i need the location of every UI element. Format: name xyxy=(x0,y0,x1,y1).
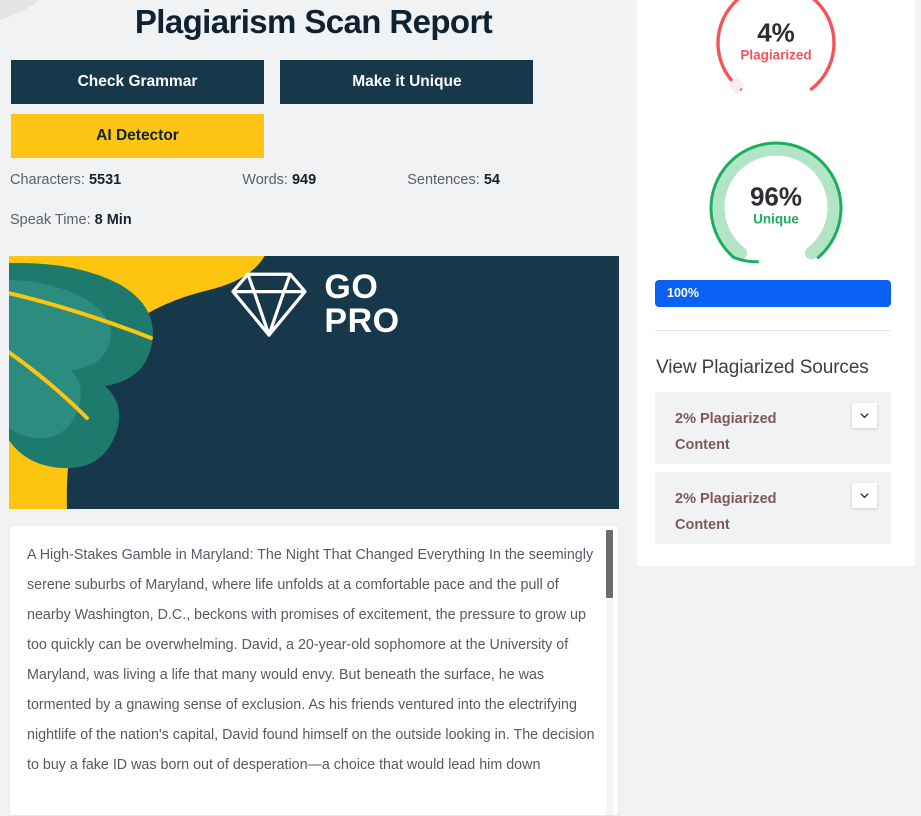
make-it-unique-button[interactable]: Make it Unique xyxy=(280,60,534,104)
plagiarized-label: Plagiarized xyxy=(740,47,812,63)
plagiarism-report-page: Plagiarism Scan Report Check Grammar Mak… xyxy=(0,0,921,816)
characters-label: Characters: xyxy=(10,172,85,188)
results-sidebar: 4% Plagiarized 96% Unique 100% View Plag… xyxy=(637,0,921,816)
diamond-icon xyxy=(231,272,308,337)
plagiarized-percent: 4% xyxy=(757,17,795,48)
unique-gauge-text: 96% Unique xyxy=(706,183,846,228)
speak-time-label: Speak Time: xyxy=(10,212,91,228)
characters-stat: Characters: 5531 xyxy=(10,172,121,188)
source-item-line1: 2% Plagiarized xyxy=(675,491,777,507)
sentences-stat: Sentences: 54 xyxy=(407,172,500,188)
speak-time-value: 8 Min xyxy=(94,212,132,228)
scanned-text-panel[interactable]: A High-Stakes Gamble in Maryland: The Ni… xyxy=(9,525,619,816)
sources-section-title: View Plagiarized Sources xyxy=(656,357,869,378)
words-value: 949 xyxy=(291,172,317,188)
source-item-line1: 2% Plagiarized xyxy=(675,411,777,427)
source-item-line2: Content xyxy=(675,437,730,453)
source-expand-button[interactable] xyxy=(852,403,877,428)
source-expand-button[interactable] xyxy=(852,483,877,508)
main-content-column: Plagiarism Scan Report Check Grammar Mak… xyxy=(0,0,637,816)
go-pro-heading: GO PRO xyxy=(9,268,619,340)
plagiarized-gauge-text: 4% Plagiarized xyxy=(706,19,846,64)
source-item-label: 2% Plagiarized Content xyxy=(675,486,825,538)
go-pro-line-2: PRO xyxy=(324,302,400,340)
chevron-down-icon xyxy=(860,413,869,419)
source-item-label: 2% Plagiarized Content xyxy=(675,406,825,458)
unique-percent: 96% xyxy=(749,181,803,212)
characters-value: 5531 xyxy=(88,172,122,188)
results-panel: 4% Plagiarized 96% Unique 100% View Plag… xyxy=(637,0,915,566)
scanned-text-content: A High-Stakes Gamble in Maryland: The Ni… xyxy=(27,547,595,773)
document-stats: Characters: 5531 Words: 949 Sentences: 5… xyxy=(10,172,500,188)
ai-detector-button[interactable]: AI Detector xyxy=(11,114,264,158)
action-button-row: Check Grammar Make it Unique xyxy=(11,60,534,104)
sentences-label: Sentences: xyxy=(407,172,480,188)
source-item[interactable]: 2% Plagiarized Content xyxy=(655,472,891,544)
speak-time-stat: Speak Time: 8 Min xyxy=(10,212,132,228)
check-grammar-button[interactable]: Check Grammar xyxy=(11,60,264,104)
scan-progress-bar[interactable]: 100% xyxy=(655,280,891,307)
page-title: Plagiarism Scan Report xyxy=(134,3,493,40)
text-scrollbar-thumb[interactable] xyxy=(606,530,613,598)
sidebar-divider xyxy=(655,330,891,331)
go-pro-text: GO PRO xyxy=(324,270,399,338)
chevron-down-icon xyxy=(860,493,869,499)
words-stat: Words: 949 xyxy=(242,172,316,188)
go-pro-line-1: GO xyxy=(324,268,379,306)
plagiarized-gauge: 4% Plagiarized xyxy=(706,0,846,112)
unique-gauge: 96% Unique xyxy=(706,136,846,276)
go-pro-banner: GO PRO Deep Search xyxy=(9,256,619,509)
sentences-value: 54 xyxy=(483,172,500,188)
scan-progress-label: 100% xyxy=(667,286,699,300)
unique-label: Unique xyxy=(753,211,799,227)
source-item[interactable]: 2% Plagiarized Content xyxy=(655,392,891,464)
words-label: Words: xyxy=(242,172,288,188)
source-item-line2: Content xyxy=(675,517,730,533)
